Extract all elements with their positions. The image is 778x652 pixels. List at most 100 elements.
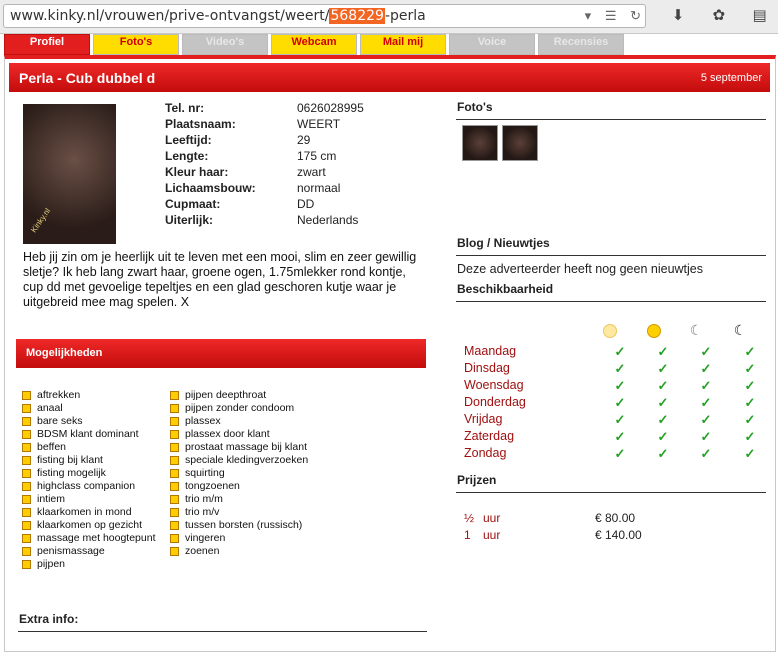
info-label: Lichaamsbouw: bbox=[165, 181, 256, 195]
profile-photo[interactable]: Kinky.nl bbox=[23, 104, 116, 244]
service-label: fisting mogelijk bbox=[37, 467, 106, 479]
info-value: DD bbox=[297, 197, 315, 211]
bullet-icon bbox=[170, 494, 179, 504]
service-item: fisting bij klant bbox=[22, 454, 103, 466]
dropdown-icon[interactable]: ▾ bbox=[585, 8, 592, 23]
morning-sun-icon bbox=[601, 322, 617, 338]
extension-icon[interactable]: ✿ bbox=[701, 6, 737, 24]
service-item: plassex door klant bbox=[170, 428, 270, 440]
divider bbox=[18, 631, 427, 632]
service-item: trio m/m bbox=[170, 493, 223, 505]
check-icon: ✓ bbox=[700, 446, 712, 461]
bullet-icon bbox=[22, 442, 31, 452]
check-icon: ✓ bbox=[614, 344, 626, 359]
info-value: 29 bbox=[297, 133, 311, 147]
bullet-icon bbox=[22, 403, 31, 413]
bullet-icon bbox=[22, 520, 31, 530]
service-label: aftrekken bbox=[37, 389, 81, 401]
check-icon: ✓ bbox=[744, 344, 756, 359]
night-moon-icon: ☾ bbox=[733, 322, 747, 338]
service-item: tussen borsten (russisch) bbox=[170, 519, 302, 531]
blog-title: Blog / Nieuwtjes bbox=[457, 236, 550, 250]
check-icon: ✓ bbox=[614, 446, 626, 461]
reload-icon[interactable]: ↻ bbox=[630, 8, 641, 23]
service-label: bare seks bbox=[37, 415, 83, 427]
service-label: klaarkomen in mond bbox=[37, 506, 132, 518]
service-item: trio m/v bbox=[170, 506, 219, 518]
address-bar[interactable]: www.kinky.nl/vrouwen/prive-ontvangst/wee… bbox=[3, 4, 646, 28]
service-item: fisting mogelijk bbox=[22, 467, 106, 479]
beschikbaarheid-title: Beschikbaarheid bbox=[457, 282, 554, 296]
photo-thumbnail[interactable] bbox=[502, 125, 538, 161]
service-label: speciale kledingverzoeken bbox=[185, 454, 309, 466]
bullet-icon bbox=[170, 403, 179, 413]
price-value: € 80.00 bbox=[595, 511, 636, 525]
bullet-icon bbox=[22, 533, 31, 543]
divider bbox=[456, 301, 766, 302]
price-value: € 140.00 bbox=[595, 528, 642, 542]
info-label: Plaatsnaam: bbox=[165, 117, 236, 131]
day-label: Zaterdag bbox=[464, 429, 515, 443]
url-text[interactable]: www.kinky.nl/vrouwen/prive-ontvangst/wee… bbox=[10, 8, 426, 24]
service-label: penismassage bbox=[37, 545, 105, 557]
check-icon: ✓ bbox=[700, 361, 712, 376]
mogelijkheden-header: Mogelijkheden bbox=[16, 339, 426, 368]
info-value: zwart bbox=[297, 165, 326, 179]
check-icon: ✓ bbox=[614, 395, 626, 410]
info-value: normaal bbox=[297, 181, 341, 195]
price-unit: uur bbox=[483, 511, 501, 525]
price-duration: ½ bbox=[464, 511, 475, 525]
bullet-icon bbox=[170, 468, 179, 478]
service-label: vingeren bbox=[185, 532, 226, 544]
info-label: Leeftijd: bbox=[165, 133, 212, 147]
divider bbox=[456, 255, 766, 256]
download-icon[interactable]: ⬇ bbox=[660, 6, 696, 24]
check-icon: ✓ bbox=[657, 412, 669, 427]
check-icon: ✓ bbox=[614, 378, 626, 393]
blog-text: Deze adverteerder heeft nog geen nieuwtj… bbox=[457, 262, 703, 276]
check-icon: ✓ bbox=[700, 412, 712, 427]
tab-videos: Video's bbox=[182, 34, 268, 55]
service-label: klaarkomen op gezicht bbox=[37, 519, 143, 531]
service-item: klaarkomen op gezicht bbox=[22, 519, 142, 531]
bullet-icon bbox=[22, 546, 31, 556]
bullet-icon bbox=[170, 546, 179, 556]
info-value: 175 cm bbox=[297, 149, 337, 163]
service-label: prostaat massage bij klant bbox=[185, 441, 307, 453]
day-label: Donderdag bbox=[464, 395, 526, 409]
service-label: massage met hoogtepunt bbox=[37, 532, 156, 544]
service-label: pijpen bbox=[37, 558, 66, 570]
service-label: trio m/v bbox=[185, 506, 220, 518]
check-icon: ✓ bbox=[700, 378, 712, 393]
tab-voice: Voice bbox=[449, 34, 535, 55]
divider bbox=[456, 119, 766, 120]
service-item: BDSM klant dominant bbox=[22, 428, 139, 440]
service-label: tongzoenen bbox=[185, 480, 240, 492]
check-icon: ✓ bbox=[744, 378, 756, 393]
tab-mail-mij[interactable]: Mail mij bbox=[360, 34, 446, 55]
photo-thumbnail[interactable] bbox=[462, 125, 498, 161]
bullet-icon bbox=[22, 429, 31, 439]
info-label: Cupmaat: bbox=[165, 197, 221, 211]
service-item: squirting bbox=[170, 467, 225, 479]
info-value: 0626028995 bbox=[297, 101, 364, 115]
service-label: intiem bbox=[37, 493, 66, 505]
service-label: pijpen zonder condoom bbox=[185, 402, 295, 414]
browser-toolbar: www.kinky.nl/vrouwen/prive-ontvangst/wee… bbox=[0, 0, 778, 34]
check-icon: ✓ bbox=[657, 395, 669, 410]
service-item: massage met hoogtepunt bbox=[22, 532, 156, 544]
bullet-icon bbox=[22, 390, 31, 400]
tab-profiel[interactable]: Profiel bbox=[4, 34, 90, 55]
service-label: plassex bbox=[185, 415, 221, 427]
clipboard-icon[interactable]: ▤ bbox=[742, 6, 778, 24]
tab-fotos[interactable]: Foto's bbox=[93, 34, 179, 55]
service-item: intiem bbox=[22, 493, 65, 505]
check-icon: ✓ bbox=[657, 344, 669, 359]
service-label: fisting bij klant bbox=[37, 454, 103, 466]
service-label: tussen borsten (russisch) bbox=[185, 519, 303, 531]
tab-webcam[interactable]: Webcam bbox=[271, 34, 357, 55]
service-item: plassex bbox=[170, 415, 221, 427]
reader-icon[interactable]: ☰ bbox=[605, 8, 617, 23]
service-item: tongzoenen bbox=[170, 480, 240, 492]
bullet-icon bbox=[170, 442, 179, 452]
